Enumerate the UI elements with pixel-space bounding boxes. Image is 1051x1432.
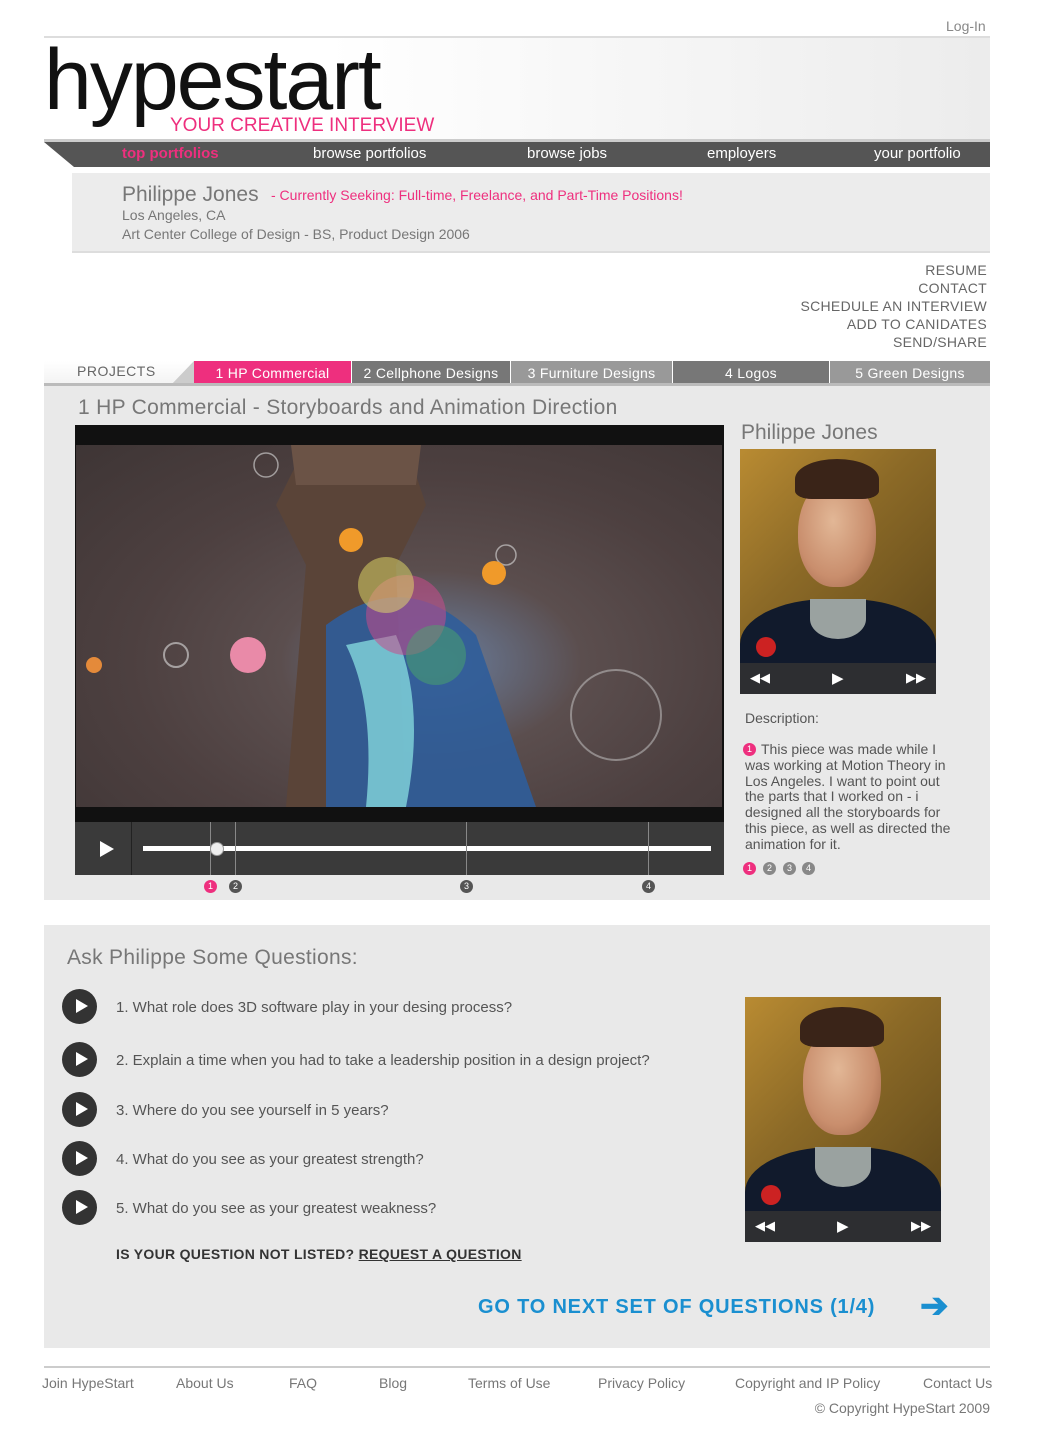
profile-name: Philippe Jones (122, 183, 259, 206)
timeline-marker[interactable]: 1 (204, 880, 217, 893)
projects-label: PROJECTS (44, 361, 194, 384)
question-not-listed: IS YOUR QUESTION NOT LISTED? REQUEST A Q… (116, 1246, 522, 1262)
project-title: 1 HP Commercial - Storyboards and Animat… (78, 396, 618, 419)
profile-video[interactable]: ◀◀ ▶ ▶▶ (740, 449, 936, 694)
footer-divider (44, 1366, 990, 1368)
profile-video-controls: ◀◀ ▶ ▶▶ (740, 663, 936, 694)
answer-video-controls: ◀◀ ▶ ▶▶ (745, 1211, 941, 1242)
footer-terms[interactable]: Terms of Use (468, 1375, 550, 1391)
footer-join[interactable]: Join HypeStart (42, 1375, 134, 1391)
scrubber-handle[interactable] (210, 842, 224, 856)
fast-forward-icon[interactable]: ▶▶ (906, 670, 926, 686)
question-play-button[interactable] (62, 1190, 97, 1225)
question-text[interactable]: 4. What do you see as your greatest stre… (116, 1151, 424, 1168)
resume-link[interactable]: RESUME (925, 262, 987, 278)
question-text[interactable]: 2. Explain a time when you had to take a… (116, 1052, 650, 1069)
video-play-button[interactable] (75, 822, 132, 875)
description-page[interactable]: 1 (743, 862, 756, 875)
description-page[interactable]: 3 (783, 862, 796, 875)
request-question-link[interactable]: REQUEST A QUESTION (359, 1246, 522, 1262)
question-play-button[interactable] (62, 989, 97, 1024)
send-share-link[interactable]: SEND/SHARE (893, 334, 987, 350)
question-text[interactable]: 1. What role does 3D software play in yo… (116, 999, 512, 1016)
nav-your-portfolio[interactable]: your portfolio (874, 144, 961, 166)
nav-browse-portfolios[interactable]: browse portfolios (313, 144, 426, 166)
play-icon[interactable]: ▶ (837, 1217, 849, 1235)
next-questions-link[interactable]: GO TO NEXT SET OF QUESTIONS (1/4) (478, 1296, 875, 1319)
play-icon[interactable]: ▶ (832, 669, 844, 687)
schedule-interview-link[interactable]: SCHEDULE AN INTERVIEW (800, 298, 987, 314)
answer-video[interactable]: ◀◀ ▶ ▶▶ (745, 997, 941, 1242)
profile-seeking: - Currently Seeking: Full-time, Freelanc… (271, 187, 683, 203)
next-arrow-icon[interactable]: ➔ (920, 1289, 949, 1323)
footer-faq[interactable]: FAQ (289, 1375, 317, 1391)
timeline-marker[interactable]: 2 (229, 880, 242, 893)
header-divider (44, 139, 990, 142)
questions-title: Ask Philippe Some Questions: (67, 946, 358, 969)
not-listed-text: IS YOUR QUESTION NOT LISTED? (116, 1246, 355, 1262)
footer-copyright-policy[interactable]: Copyright and IP Policy (735, 1375, 880, 1391)
add-to-candidates-link[interactable]: ADD TO CANIDATES (847, 316, 987, 332)
footer-blog[interactable]: Blog (379, 1375, 407, 1391)
video-scrubber[interactable] (143, 846, 711, 851)
profile-location: Los Angeles, CA (122, 207, 226, 223)
question-text[interactable]: 3. Where do you see yourself in 5 years? (116, 1102, 389, 1119)
video-frame-image[interactable] (76, 445, 722, 807)
footer-about[interactable]: About Us (176, 1375, 234, 1391)
question-play-button[interactable] (62, 1141, 97, 1176)
nav-browse-jobs[interactable]: browse jobs (527, 144, 607, 166)
description-text: This piece was made while I was working … (745, 741, 951, 852)
fast-forward-icon[interactable]: ▶▶ (911, 1218, 931, 1234)
profile-school: Art Center College of Design - BS, Produ… (122, 226, 470, 242)
question-play-button[interactable] (62, 1042, 97, 1077)
question-play-button[interactable] (62, 1092, 97, 1127)
side-profile-name: Philippe Jones (741, 421, 878, 444)
description-page[interactable]: 2 (763, 862, 776, 875)
nav-top-portfolios[interactable]: top portfolios (122, 144, 219, 166)
marker-line (235, 822, 236, 875)
footer-privacy[interactable]: Privacy Policy (598, 1375, 685, 1391)
footer-contact[interactable]: Contact Us (923, 1375, 992, 1391)
tagline: YOUR CREATIVE INTERVIEW (170, 115, 435, 136)
timeline-marker[interactable]: 4 (642, 880, 655, 893)
marker-line (466, 822, 467, 875)
marker-line (648, 822, 649, 875)
description-label: Description: (745, 710, 819, 726)
rewind-icon[interactable]: ◀◀ (750, 670, 770, 686)
contact-link[interactable]: CONTACT (918, 280, 987, 296)
question-text[interactable]: 5. What do you see as your greatest weak… (116, 1200, 436, 1217)
nav-employers[interactable]: employers (707, 144, 776, 166)
login-link[interactable]: Log-In (946, 18, 986, 34)
description-page[interactable]: 4 (802, 862, 815, 875)
copyright: © Copyright HypeStart 2009 (814, 1400, 990, 1416)
video-artwork (86, 445, 662, 807)
rewind-icon[interactable]: ◀◀ (755, 1218, 775, 1234)
timeline-marker[interactable]: 3 (460, 880, 473, 893)
